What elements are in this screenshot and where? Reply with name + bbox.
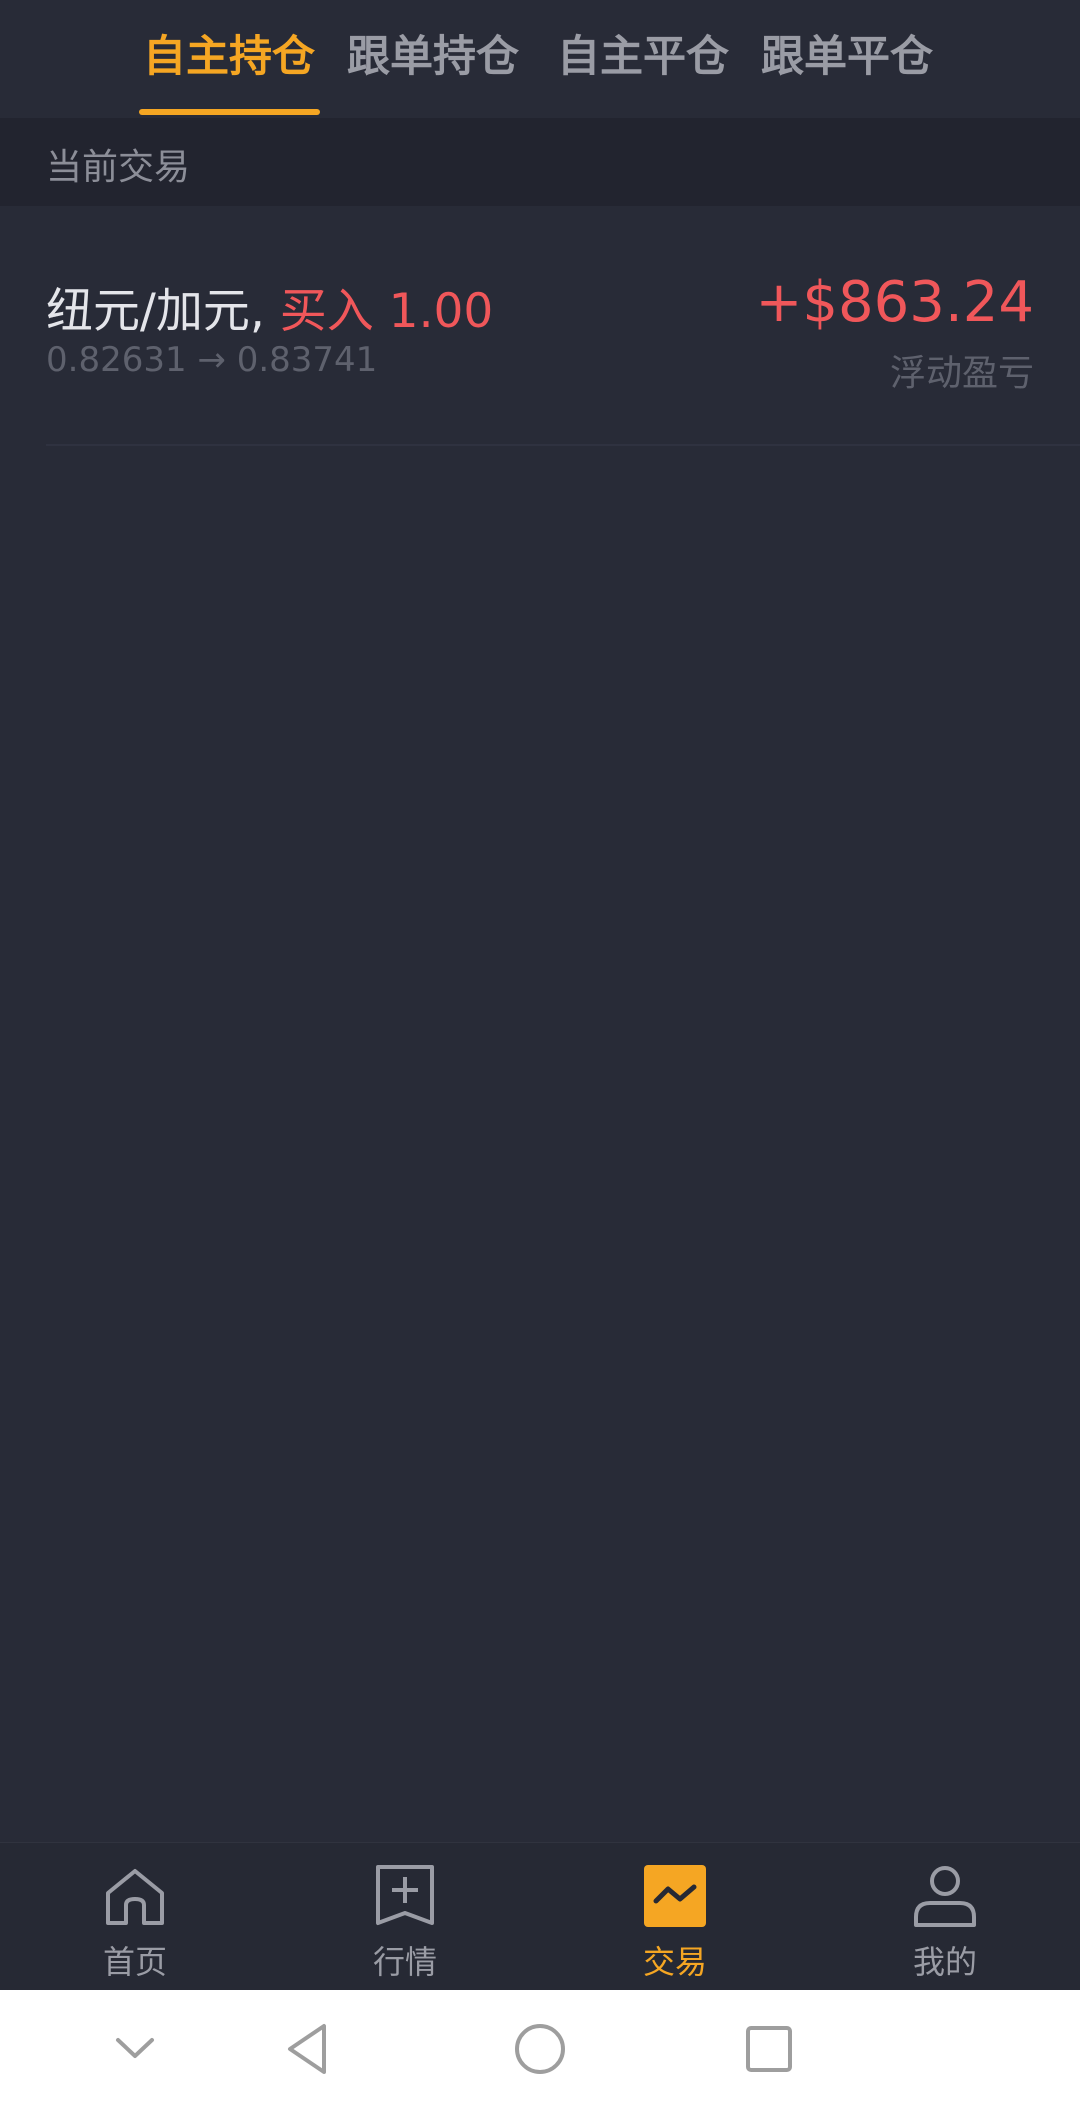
home-circle-icon[interactable] (507, 2016, 573, 2082)
user-icon (914, 1866, 976, 1927)
tab-copy-positions[interactable]: 跟单持仓 (347, 22, 519, 118)
trade-icon (644, 1865, 706, 1927)
nav-label-trade: 交易 (642, 1943, 707, 1981)
market-icon (376, 1865, 434, 1925)
row-divider (46, 444, 1080, 446)
active-tab-indicator (139, 109, 320, 115)
section-title: 当前交易 (46, 147, 191, 188)
app-root: 自主持仓 跟单持仓 自主平仓 跟单平仓 当前交易 纽元/加元, 买入 1.00 … (0, 0, 1080, 2108)
trade-direction-volume: 买入 1.00 (279, 284, 494, 339)
trade-open-current-price: 0.82631 → 0.83741 (46, 340, 378, 380)
nav-item-trade[interactable]: 交易 (540, 1843, 810, 1991)
nav-label-profile: 我的 (912, 1943, 977, 1981)
nav-label-home: 首页 (102, 1943, 167, 1981)
position-tabs: 自主持仓 跟单持仓 自主平仓 跟单平仓 (0, 0, 1080, 118)
nav-item-home[interactable]: 首页 (0, 1843, 270, 1991)
back-triangle-icon[interactable] (276, 2016, 342, 2082)
section-header: 当前交易 (0, 118, 1080, 206)
trade-row[interactable]: 纽元/加元, 买入 1.00 0.82631 → 0.83741 +$863.2… (0, 206, 1080, 446)
system-nav-bar (0, 1990, 1080, 2108)
bottom-nav: 首页 行情 交易 我的 (0, 1842, 1080, 1990)
nav-label-market: 行情 (372, 1943, 437, 1981)
chevron-down-icon[interactable] (102, 2016, 168, 2082)
nav-item-market[interactable]: 行情 (270, 1843, 540, 1991)
trade-pair: 纽元/加元, (46, 284, 265, 339)
trade-pnl-label: 浮动盈亏 (889, 353, 1034, 394)
recents-square-icon[interactable] (736, 2016, 802, 2082)
tab-own-closed[interactable]: 自主平仓 (557, 22, 729, 118)
nav-item-profile[interactable]: 我的 (810, 1843, 1080, 1991)
tab-own-positions[interactable]: 自主持仓 (143, 22, 315, 118)
trade-symbol-line: 纽元/加元, 买入 1.00 (46, 272, 493, 341)
home-icon (106, 1869, 164, 1925)
tab-copy-closed[interactable]: 跟单平仓 (761, 22, 933, 118)
trade-pnl-value: +$863.24 (755, 270, 1035, 335)
